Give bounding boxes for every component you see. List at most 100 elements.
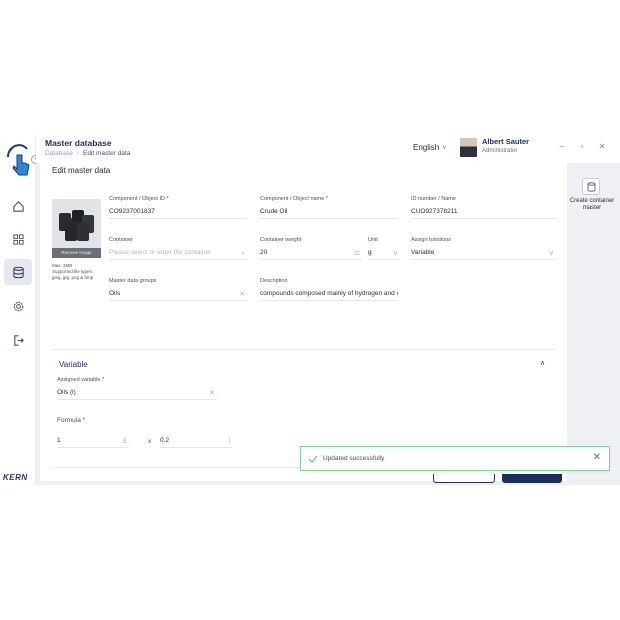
user-role: Administrator (482, 148, 518, 154)
clear-icon[interactable]: ✕ (239, 288, 245, 300)
component-id-label: Component / Object ID * (109, 196, 169, 202)
page-title: Master database (45, 138, 112, 148)
formula-left-unit: £ (123, 438, 127, 445)
breadcrumb: Database › Edit master data (45, 150, 130, 157)
chevron-down-icon: ∨ (442, 145, 447, 151)
cancel-button[interactable] (433, 474, 495, 483)
search-icon[interactable]: ⌕ (241, 247, 245, 259)
assign-functions-label: Assign functions (411, 237, 452, 243)
unit-field: Unit g ∨ (368, 237, 400, 260)
right-action-rail: Create container master (568, 175, 616, 475)
create-container-label[interactable]: Create container master (568, 198, 616, 212)
create-container-button[interactable] (582, 178, 600, 195)
left-rail: › (0, 135, 40, 485)
card-title: Edit master data (52, 166, 111, 175)
component-id-field: Component / Object ID * CO9237001837 (109, 196, 247, 219)
breadcrumb-current: Edit master data (83, 150, 131, 157)
user-name: Albert Sauter (482, 137, 530, 146)
success-toast: Updated successfully ✕ (300, 446, 610, 471)
app-window: › (0, 135, 620, 485)
breadcrumb-database[interactable]: Database (45, 150, 73, 157)
formula-left-field: 1 £ (57, 434, 129, 448)
container-label: Container (109, 237, 133, 243)
assigned-variable-input[interactable]: Oils (l) ✕ (57, 386, 217, 400)
kern-logo: KERN (3, 473, 28, 482)
close-icon[interactable]: ✕ (597, 142, 607, 151)
scale-icon[interactable]: ⚖ (354, 247, 360, 259)
formula-right-input[interactable]: 0.2 l (160, 434, 232, 448)
unit-select[interactable]: g ∨ (368, 246, 400, 260)
master-data-groups-label: Master data groups (109, 278, 157, 284)
component-name-field: Component / Object name * Crude Oil (260, 196, 398, 219)
container-weight-field: Container weight 20 ⚖ (260, 237, 362, 260)
formula-right-value: 0.2 (160, 437, 170, 444)
container-weight-label: Container weight (260, 237, 302, 243)
logout-nav-button[interactable] (4, 327, 32, 353)
description-input[interactable]: compounds composed mainly of hydrogen an… (260, 287, 398, 301)
container-field: Container Please select or enter the con… (109, 237, 247, 260)
assigned-variable-label: Assigned variable * (57, 377, 105, 383)
remove-image-button[interactable]: Remove image (52, 248, 101, 258)
chevron-up-icon[interactable]: ∧ (540, 359, 545, 367)
formula-label: Formula * (57, 417, 86, 424)
assigned-variable-value: Oils (l) (57, 389, 76, 396)
section-divider (52, 349, 555, 350)
component-name-label: Component / Object name * (260, 196, 328, 202)
assign-functions-select[interactable]: Variable ∨ (411, 246, 556, 260)
settings-nav-button[interactable] (4, 293, 32, 319)
clear-icon[interactable]: ✕ (209, 387, 215, 399)
id-number-input[interactable]: CUO927378211 (411, 205, 556, 219)
file-types-list: jpeg, jpg, png & bmp (52, 275, 94, 280)
container-input[interactable]: Please select or enter the container ⌕ (109, 246, 247, 260)
oil-barrels-image (59, 210, 94, 241)
formula-left-input[interactable]: 1 £ (57, 434, 129, 448)
file-type-note: Max. 2MB Supported file types: jpeg, jpg… (52, 263, 104, 281)
settings-icon (13, 301, 23, 311)
language-selector[interactable]: English ∨ (413, 143, 447, 152)
grid-icon (12, 233, 24, 245)
chevron-down-icon: ∨ (392, 250, 398, 257)
formula-right-field: 0.2 l (160, 434, 232, 448)
formula-right-unit: l (228, 438, 230, 445)
top-header: Master database Database › Edit master d… (36, 135, 620, 163)
container-weight-value: 20 (260, 249, 268, 256)
formula-left-value: 1 (57, 437, 61, 444)
close-icon[interactable]: ✕ (593, 452, 601, 463)
container-placeholder: Please select or enter the container (109, 249, 212, 256)
container-weight-input[interactable]: 20 ⚖ (260, 246, 362, 260)
database-icon (12, 266, 24, 278)
edit-master-data-card: Edit master data Remove image Max. 2MB S… (40, 163, 567, 481)
component-name-input[interactable]: Crude Oil (260, 205, 398, 219)
description-label: Description (260, 278, 288, 284)
unit-value: g (368, 249, 372, 256)
toast-message: Updated successfully (323, 455, 385, 462)
formula-operator: x (148, 438, 152, 445)
breadcrumb-separator-icon: › (76, 150, 79, 157)
assign-functions-value: Variable (411, 249, 435, 256)
touch-logo-icon (6, 144, 30, 176)
grid-nav-button[interactable] (4, 226, 32, 252)
master-data-groups-value: Oils (109, 290, 121, 297)
component-id-input[interactable]: CO9237001837 (109, 205, 247, 219)
assign-functions-field: Assign functions Variable ∨ (411, 237, 556, 260)
container-icon (587, 181, 595, 192)
assigned-variable-field: Assigned variable * Oils (l) ✕ (57, 377, 217, 400)
database-nav-button[interactable] (4, 259, 32, 285)
variable-section-title[interactable]: Variable (59, 360, 88, 369)
avatar[interactable] (460, 138, 477, 157)
home-nav-button[interactable] (4, 193, 32, 219)
home-icon (12, 200, 24, 212)
logout-icon (13, 334, 24, 346)
unit-label: Unit (368, 237, 378, 243)
chevron-down-icon: ∨ (548, 250, 554, 257)
id-number-field: ID number / Name CUO927378211 (411, 196, 556, 219)
description-field: Description compounds composed mainly of… (260, 278, 398, 301)
check-icon (308, 455, 318, 463)
id-number-label: ID number / Name (411, 196, 456, 202)
update-button[interactable] (502, 474, 562, 483)
maximize-icon[interactable]: ▫ (577, 142, 587, 151)
language-label: English (413, 143, 440, 152)
minimize-icon[interactable]: – (557, 142, 567, 151)
master-data-groups-field: Master data groups Oils ✕ (109, 278, 247, 301)
master-data-groups-input[interactable]: Oils ✕ (109, 287, 247, 301)
